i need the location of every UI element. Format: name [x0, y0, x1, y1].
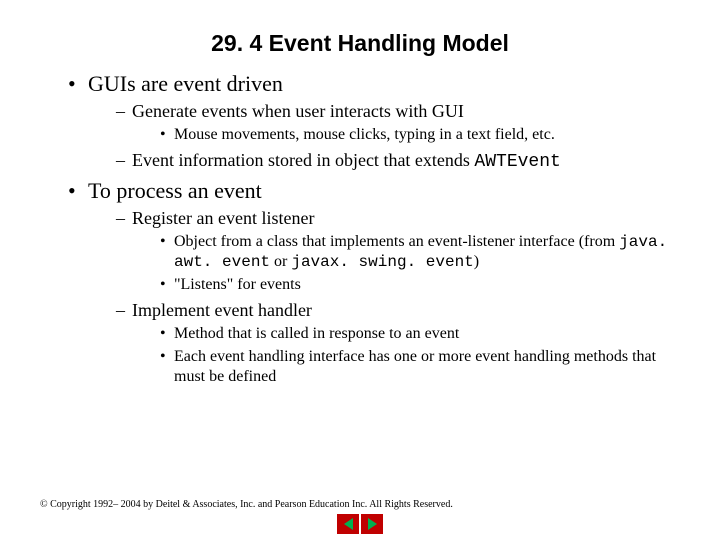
bullet-text: Event information stored in object that …	[132, 150, 474, 170]
bullet-text: Register an event listener	[132, 208, 314, 228]
bullet-lvl2: Generate events when user interacts with…	[116, 101, 680, 145]
bullet-lvl3: Mouse movements, mouse clicks, typing in…	[160, 125, 680, 145]
next-button[interactable]	[361, 514, 383, 534]
bullet-list: GUIs are event driven Generate events wh…	[40, 71, 680, 387]
bullet-text: Implement event handler	[132, 300, 312, 320]
code-text: AWTEvent	[474, 152, 560, 172]
nav-controls	[337, 514, 383, 534]
bullet-text: )	[474, 253, 479, 270]
triangle-right-icon	[368, 518, 377, 530]
bullet-text: "Listens" for events	[174, 276, 301, 293]
bullet-text: Object from a class that implements an e…	[174, 233, 619, 250]
slide-title: 29. 4 Event Handling Model	[40, 30, 680, 57]
bullet-lvl3: "Listens" for events	[160, 275, 680, 295]
bullet-text: GUIs are event driven	[88, 71, 283, 96]
bullet-text: Each event handling interface has one or…	[174, 348, 656, 385]
bullet-lvl1: GUIs are event driven Generate events wh…	[68, 71, 680, 172]
code-text: javax. swing. event	[291, 253, 473, 271]
bullet-text: or	[270, 253, 291, 270]
slide: 29. 4 Event Handling Model GUIs are even…	[0, 0, 720, 387]
bullet-lvl2: Implement event handler Method that is c…	[116, 300, 680, 387]
bullet-lvl3: Object from a class that implements an e…	[160, 232, 680, 272]
bullet-text: Method that is called in response to an …	[174, 325, 459, 342]
bullet-lvl1: To process an event Register an event li…	[68, 178, 680, 387]
bullet-lvl3: Method that is called in response to an …	[160, 324, 680, 344]
bullet-text: To process an event	[88, 178, 262, 203]
bullet-lvl2: Event information stored in object that …	[116, 150, 680, 172]
bullet-text: Generate events when user interacts with…	[132, 101, 464, 121]
bullet-text: Mouse movements, mouse clicks, typing in…	[174, 126, 555, 143]
copyright-footer: © Copyright 1992– 2004 by Deitel & Assoc…	[40, 499, 453, 510]
prev-button[interactable]	[337, 514, 359, 534]
bullet-lvl2: Register an event listener Object from a…	[116, 208, 680, 295]
triangle-left-icon	[344, 518, 353, 530]
bullet-lvl3: Each event handling interface has one or…	[160, 347, 680, 387]
